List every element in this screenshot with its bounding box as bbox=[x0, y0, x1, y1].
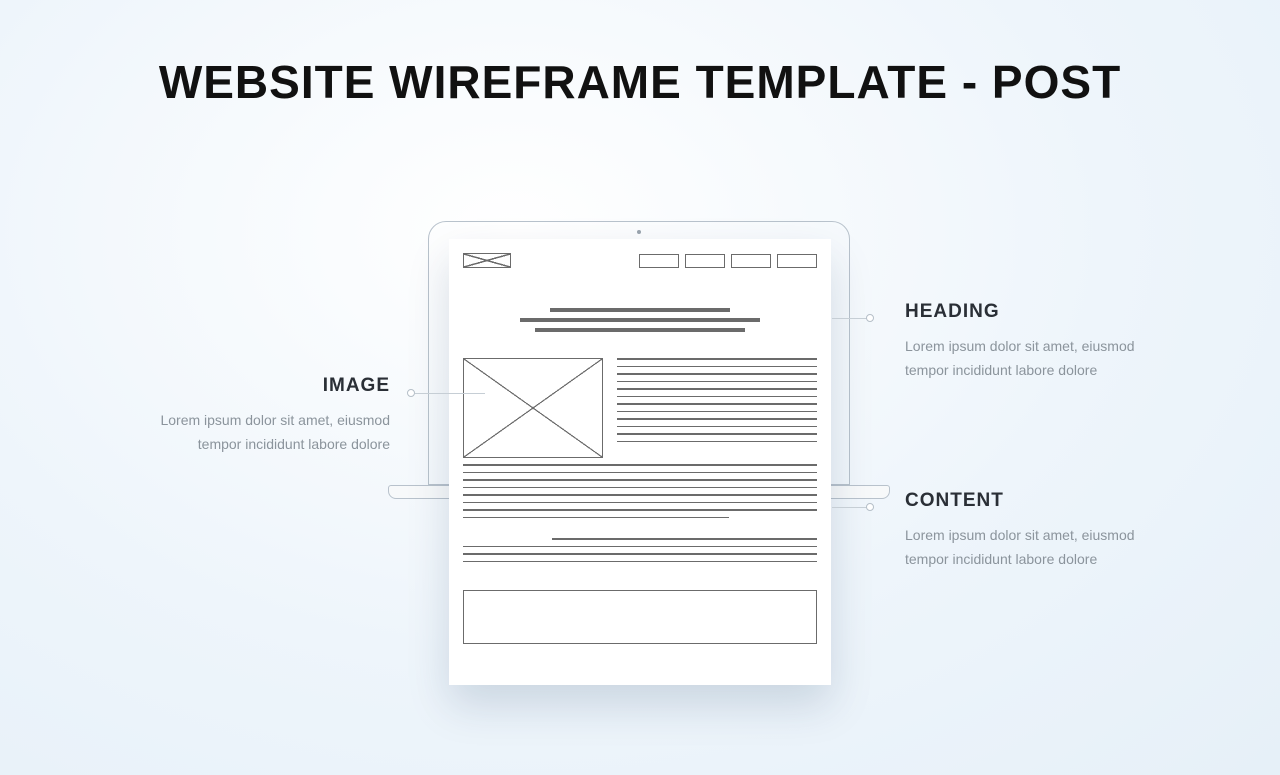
connector-dot-icon bbox=[866, 314, 874, 322]
wf-footer-block bbox=[463, 590, 817, 644]
callout-heading-block: HEADING Lorem ipsum dolor sit amet, eius… bbox=[905, 301, 1165, 383]
wf-nav-item bbox=[639, 254, 679, 268]
wf-content-block bbox=[463, 358, 817, 562]
connector-line bbox=[832, 318, 868, 319]
wf-nav-item bbox=[685, 254, 725, 268]
callout-heading: CONTENT bbox=[905, 490, 1165, 512]
callout-body: Lorem ipsum dolor sit amet, eiusmod temp… bbox=[130, 409, 390, 457]
wf-logo-placeholder-icon bbox=[463, 253, 511, 268]
wireframe-page bbox=[449, 239, 831, 685]
callout-image: IMAGE Lorem ipsum dolor sit amet, eiusmo… bbox=[130, 375, 390, 457]
connector-line bbox=[832, 507, 868, 508]
connector-line bbox=[415, 393, 485, 394]
wf-image-placeholder-icon bbox=[463, 358, 603, 458]
wf-paragraph-lines bbox=[463, 538, 817, 562]
wf-nav bbox=[639, 254, 817, 268]
wf-nav-item bbox=[731, 254, 771, 268]
connector-dot-icon bbox=[866, 503, 874, 511]
callout-content: CONTENT Lorem ipsum dolor sit amet, eius… bbox=[905, 490, 1165, 572]
wf-paragraph-lines bbox=[463, 464, 817, 518]
laptop-camera-icon bbox=[637, 230, 641, 234]
callout-heading: HEADING bbox=[905, 301, 1165, 323]
wf-heading-block bbox=[463, 308, 817, 332]
callout-body: Lorem ipsum dolor sit amet, eiusmod temp… bbox=[905, 524, 1165, 572]
callout-body: Lorem ipsum dolor sit amet, eiusmod temp… bbox=[905, 335, 1165, 383]
page-title: WEBSITE WIREFRAME TEMPLATE - POST bbox=[0, 55, 1280, 109]
connector-dot-icon bbox=[407, 389, 415, 397]
wf-paragraph-lines bbox=[617, 358, 817, 458]
wf-header bbox=[463, 253, 817, 268]
wf-nav-item bbox=[777, 254, 817, 268]
callout-heading: IMAGE bbox=[130, 375, 390, 397]
